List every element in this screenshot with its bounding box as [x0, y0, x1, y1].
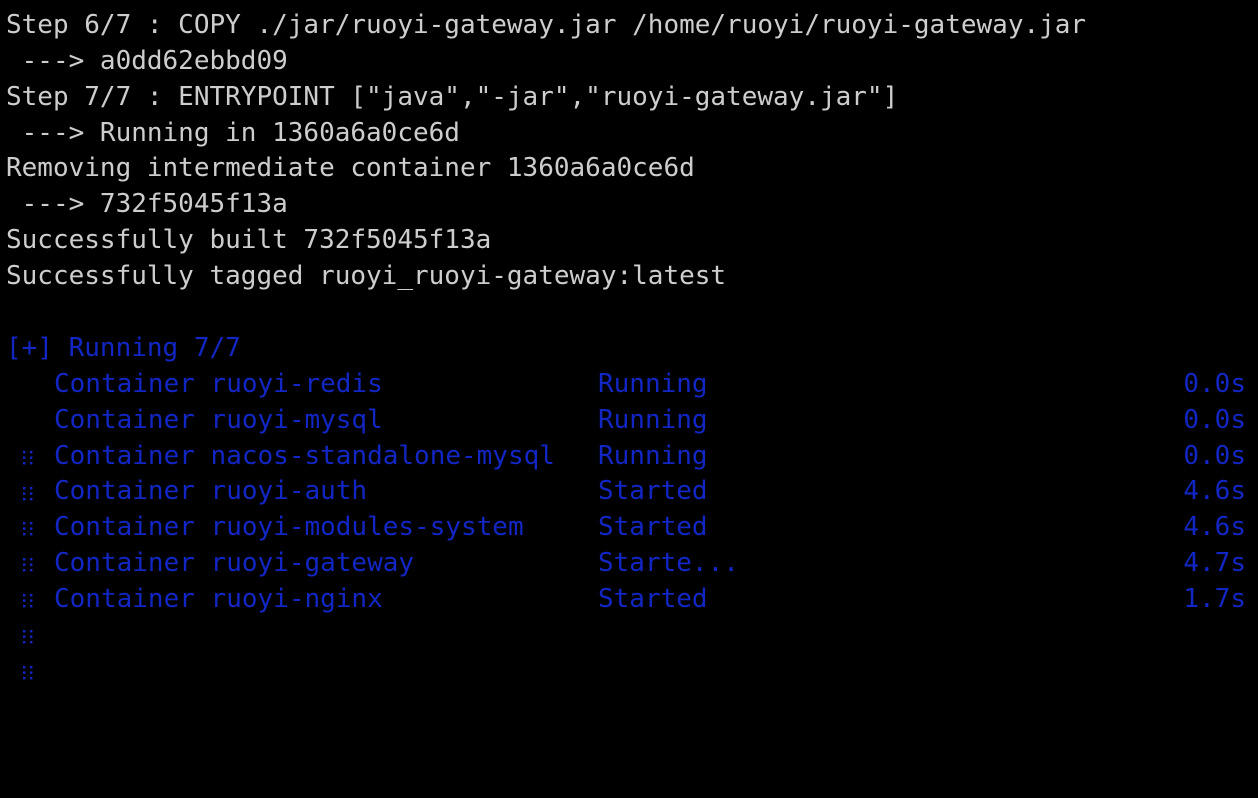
- build-log-line: Removing intermediate container 1360a6a0…: [6, 153, 695, 184]
- drag-handle-dots-icon: [22, 510, 40, 608]
- clipped-previous-line: ---> 1234: [0, 0, 1258, 8]
- container-elapsed-time: 0.0s: [1183, 440, 1246, 471]
- drag-handle-dots-icon: [22, 474, 40, 572]
- drag-handle-dots-icon: [22, 439, 40, 536]
- container-status: Starte...: [598, 548, 739, 579]
- table-row: Container ruoyi-gateway Starte... 4.7s: [0, 546, 1258, 644]
- container-name: Container ruoyi-redis: [54, 368, 383, 399]
- drag-handle-dots-icon: [22, 582, 40, 680]
- build-log-line: ---> a0dd62ebbd09: [6, 45, 288, 76]
- container-status: Running: [598, 440, 708, 471]
- build-log-line: Step 7/7 : ENTRYPOINT ["java","-jar","ru…: [6, 81, 899, 112]
- build-log-line: Successfully tagged ruoyi_ruoyi-gateway:…: [6, 261, 727, 292]
- container-elapsed-time: 0.0s: [1183, 368, 1246, 399]
- container-name: Container ruoyi-nginx: [54, 584, 383, 615]
- terminal-screen: ---> 1234 Step 6/7 : COPY ./jar/ruoyi-ga…: [0, 0, 1258, 680]
- container-elapsed-time: 1.7s: [1183, 584, 1246, 615]
- container-elapsed-time: 4.7s: [1183, 548, 1246, 579]
- build-log-line: ---> Running in 1360a6a0ce6d: [6, 117, 460, 148]
- container-status: Running: [598, 404, 708, 435]
- drag-handle-dots-icon: [22, 546, 40, 644]
- table-row: Container ruoyi-nginx Started 1.7s: [0, 582, 1258, 680]
- container-elapsed-time: 0.0s: [1183, 404, 1246, 435]
- blank-spacer-line: [0, 295, 1258, 331]
- container-name: Container ruoyi-modules-system: [54, 512, 524, 543]
- table-row: Container ruoyi-modules-system Started 4…: [0, 510, 1258, 608]
- container-name: Container nacos-standalone-mysql: [54, 440, 555, 471]
- compose-running-header: [+] Running 7/7: [6, 332, 241, 363]
- table-row: Container nacos-standalone-mysql Running…: [0, 439, 1258, 536]
- container-name: Container ruoyi-mysql: [54, 404, 383, 435]
- table-row: Container ruoyi-auth Started 4.6s: [0, 474, 1258, 572]
- drag-handle-dots-icon: [22, 403, 40, 500]
- build-log-line: Step 6/7 : COPY ./jar/ruoyi-gateway.jar …: [6, 9, 1087, 40]
- terminal-window[interactable]: ---> 1234 Step 6/7 : COPY ./jar/ruoyi-ga…: [0, 0, 1258, 680]
- container-status: Started: [598, 584, 708, 615]
- table-row: Container ruoyi-redis Running 0.0s: [0, 367, 1258, 465]
- drag-handle-dots-icon: [22, 367, 40, 465]
- container-elapsed-time: 4.6s: [1183, 512, 1246, 543]
- container-elapsed-time: 4.6s: [1183, 476, 1246, 507]
- container-status: Started: [598, 512, 708, 543]
- build-log-line: ---> 732f5045f13a: [6, 189, 288, 220]
- container-status: Running: [598, 368, 708, 399]
- container-status: Started: [598, 476, 708, 507]
- container-name: Container ruoyi-gateway: [54, 548, 415, 579]
- build-log-line: Successfully built 732f5045f13a: [6, 225, 492, 256]
- table-row: Container ruoyi-mysql Running 0.0s: [0, 403, 1258, 500]
- container-name: Container ruoyi-auth: [54, 476, 368, 507]
